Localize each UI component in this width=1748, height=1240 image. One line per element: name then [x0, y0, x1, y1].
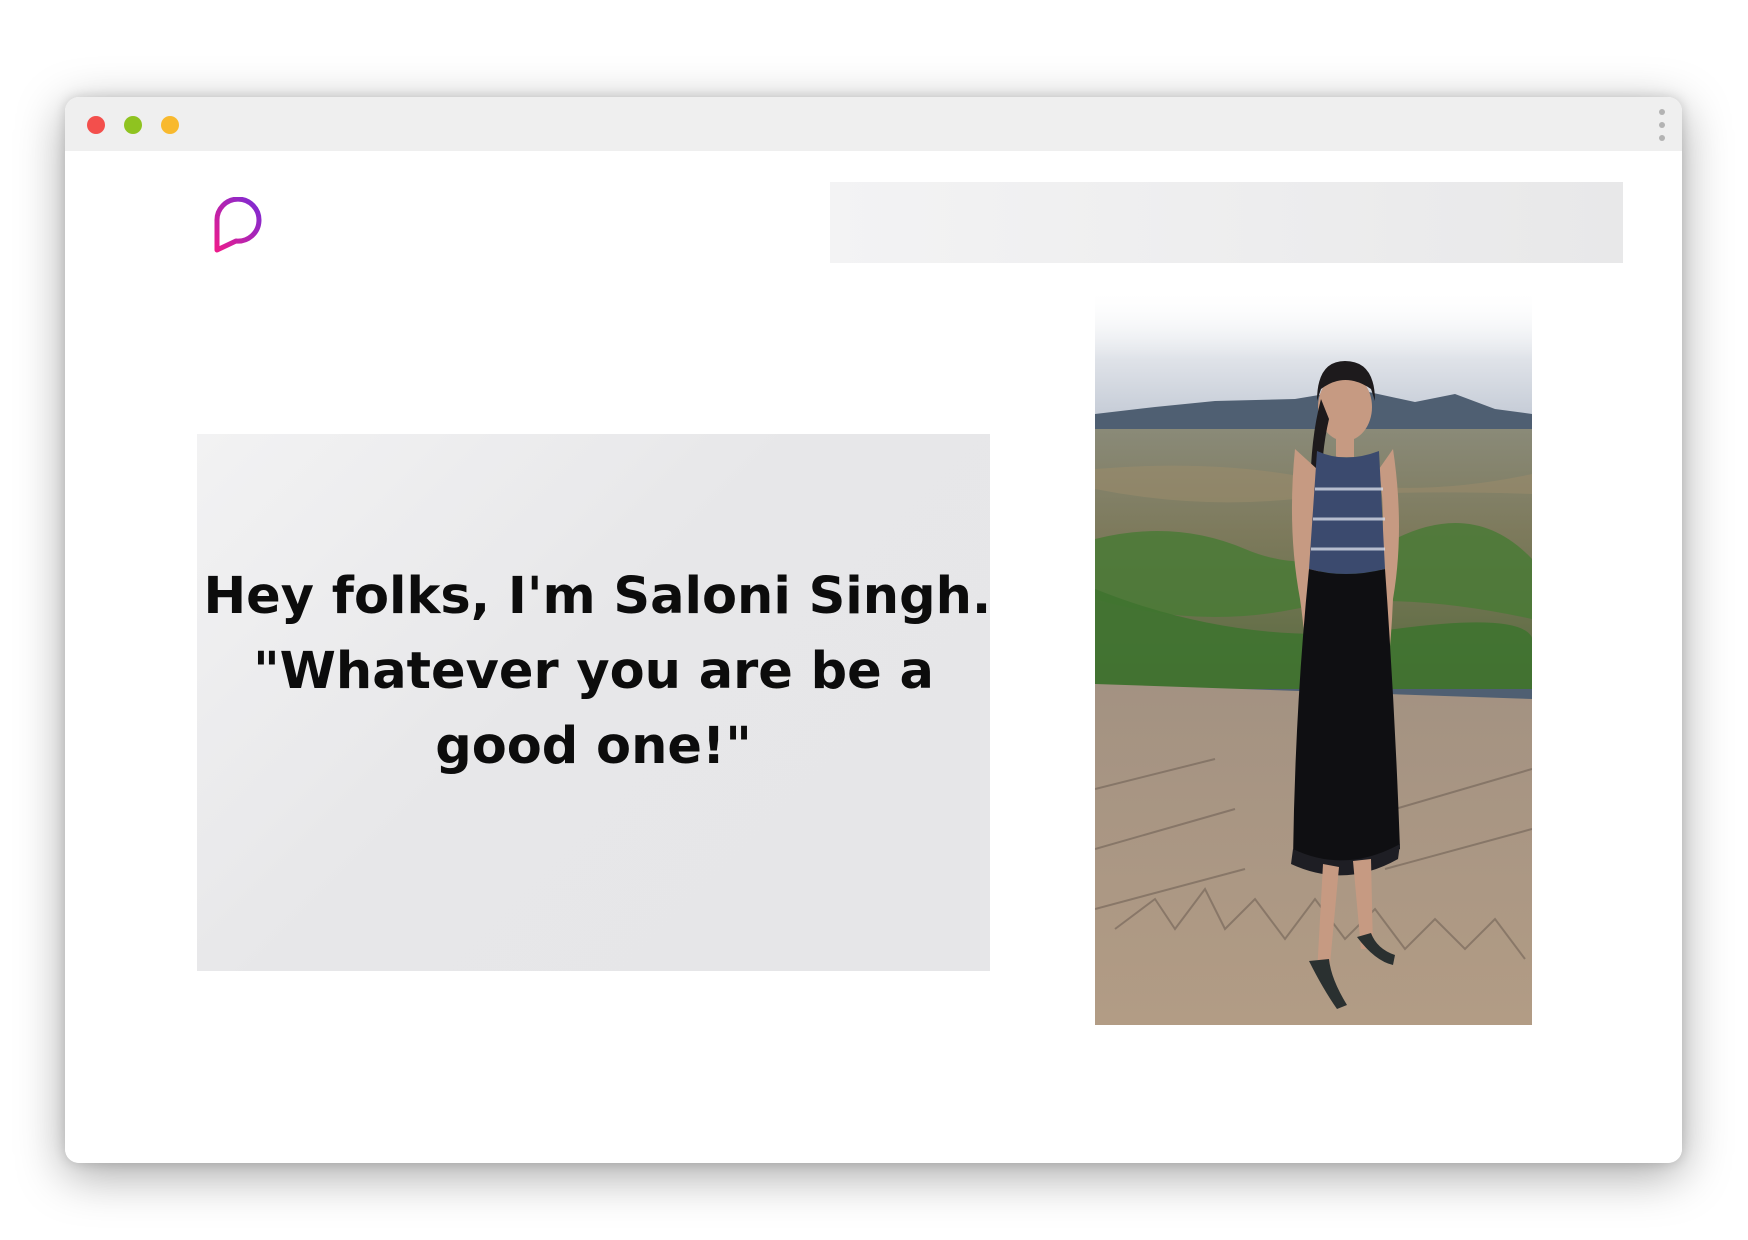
browser-window: Hey folks, I'm Saloni Singh. "Whatever y… [65, 97, 1682, 1163]
title-bar [65, 97, 1682, 151]
zoom-window-button[interactable] [161, 116, 179, 134]
quote-line: "Whatever you are be a [253, 642, 934, 701]
menu-dot [1659, 135, 1665, 141]
close-window-button[interactable] [87, 116, 105, 134]
chat-bubble-logo-icon[interactable] [212, 197, 262, 253]
intro-quote: Hey folks, I'm Saloni Singh. "Whatever y… [203, 559, 992, 784]
page-content: Hey folks, I'm Saloni Singh. "Whatever y… [65, 151, 1682, 1163]
menu-dot [1659, 109, 1665, 115]
minimize-window-button[interactable] [124, 116, 142, 134]
quote-line: good one!" [435, 717, 752, 776]
menu-dot [1659, 122, 1665, 128]
profile-photo [1095, 289, 1532, 1025]
more-vertical-icon[interactable] [1657, 109, 1667, 141]
header-placeholder-bar [830, 182, 1623, 263]
quote-panel: Hey folks, I'm Saloni Singh. "Whatever y… [197, 434, 992, 971]
quote-line: Hey folks, I'm Saloni Singh. [203, 567, 992, 626]
